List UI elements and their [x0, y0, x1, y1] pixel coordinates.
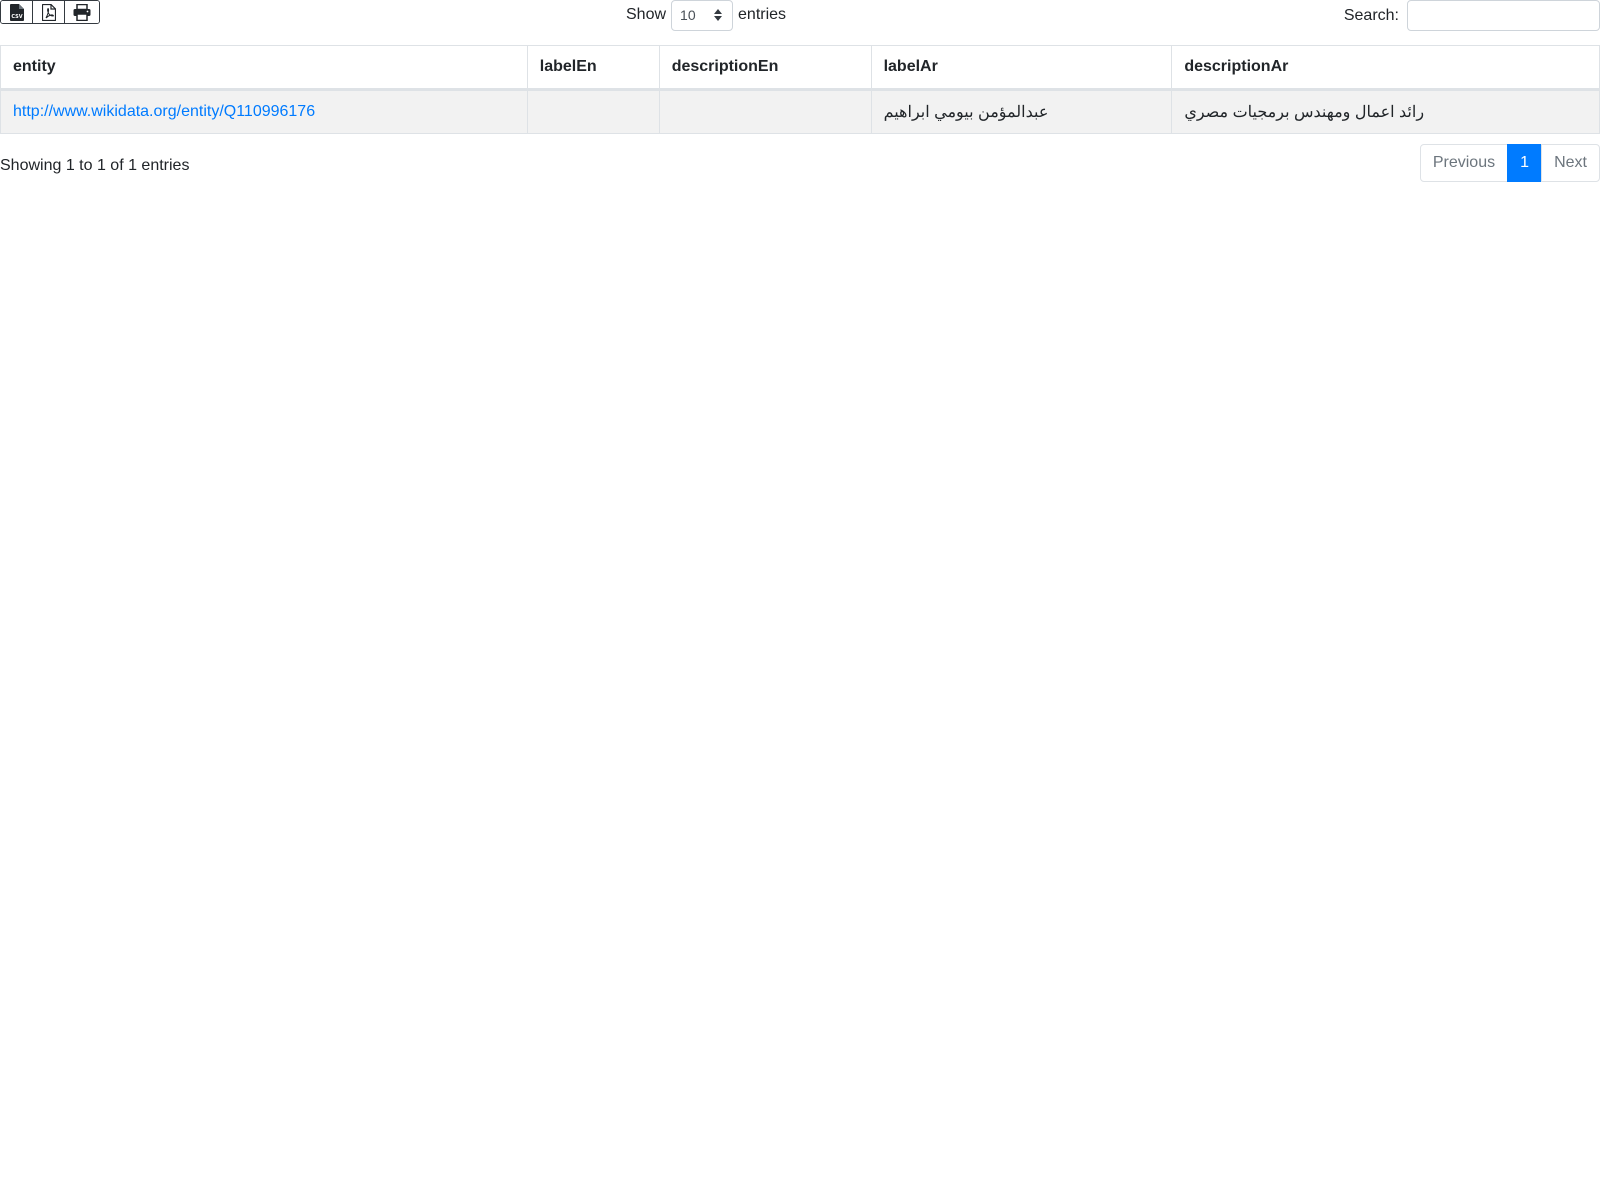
column-header-labelar[interactable]: labelAr — [870, 45, 1173, 91]
results-table: entity labelEn descriptionEn labelAr des… — [0, 45, 1600, 134]
csv-file-icon: CSV — [9, 3, 24, 21]
table-row: http://www.wikidata.org/entity/Q11099617… — [0, 89, 1600, 134]
column-header-descriptionen[interactable]: descriptionEn — [658, 45, 872, 91]
column-header-labelen[interactable]: labelEn — [526, 45, 660, 91]
cell-labelen — [526, 89, 660, 134]
next-page-button[interactable]: Next — [1541, 144, 1600, 182]
export-button-group: CSV — [0, 0, 100, 24]
search-control: Search: — [1344, 0, 1600, 31]
print-icon — [73, 3, 91, 21]
column-header-entity[interactable]: entity — [0, 45, 528, 91]
table-header-row: entity labelEn descriptionEn labelAr des… — [0, 45, 1600, 91]
select-arrows-icon — [714, 8, 723, 21]
search-label: Search: — [1343, 6, 1399, 24]
entries-label: entries — [738, 6, 787, 23]
cell-descriptionar: رائد اعمال ومهندس برمجيات مصري — [1171, 89, 1600, 134]
cell-entity: http://www.wikidata.org/entity/Q11099617… — [0, 89, 528, 134]
pagination: Previous 1 Next — [1419, 144, 1600, 182]
table-info: Showing 1 to 1 of 1 entries — [0, 157, 190, 174]
csv-export-button[interactable]: CSV — [1, 1, 33, 23]
cell-descriptionen — [658, 89, 872, 134]
svg-text:CSV: CSV — [11, 14, 22, 20]
entries-per-page-select[interactable]: 10 — [671, 0, 734, 31]
entries-length-control: Show 10 entries — [626, 0, 787, 31]
search-input[interactable] — [1407, 0, 1600, 31]
labelar-text: عبدالمؤمن بيومي ابراهيم — [883, 104, 1049, 121]
column-header-descriptionar[interactable]: descriptionAr — [1171, 45, 1600, 91]
page-1-button[interactable]: 1 — [1507, 144, 1543, 182]
descriptionar-text: رائد اعمال ومهندس برمجيات مصري — [1184, 104, 1425, 121]
pdf-file-icon — [41, 3, 56, 21]
print-button[interactable] — [65, 1, 99, 23]
entity-link[interactable]: http://www.wikidata.org/entity/Q11099617… — [13, 103, 315, 120]
show-label: Show — [626, 6, 667, 23]
previous-page-button[interactable]: Previous — [1419, 144, 1509, 182]
cell-labelar: عبدالمؤمن بيومي ابراهيم — [870, 89, 1173, 134]
entries-per-page-value: 10 — [680, 7, 696, 23]
pdf-export-button[interactable] — [33, 1, 65, 23]
